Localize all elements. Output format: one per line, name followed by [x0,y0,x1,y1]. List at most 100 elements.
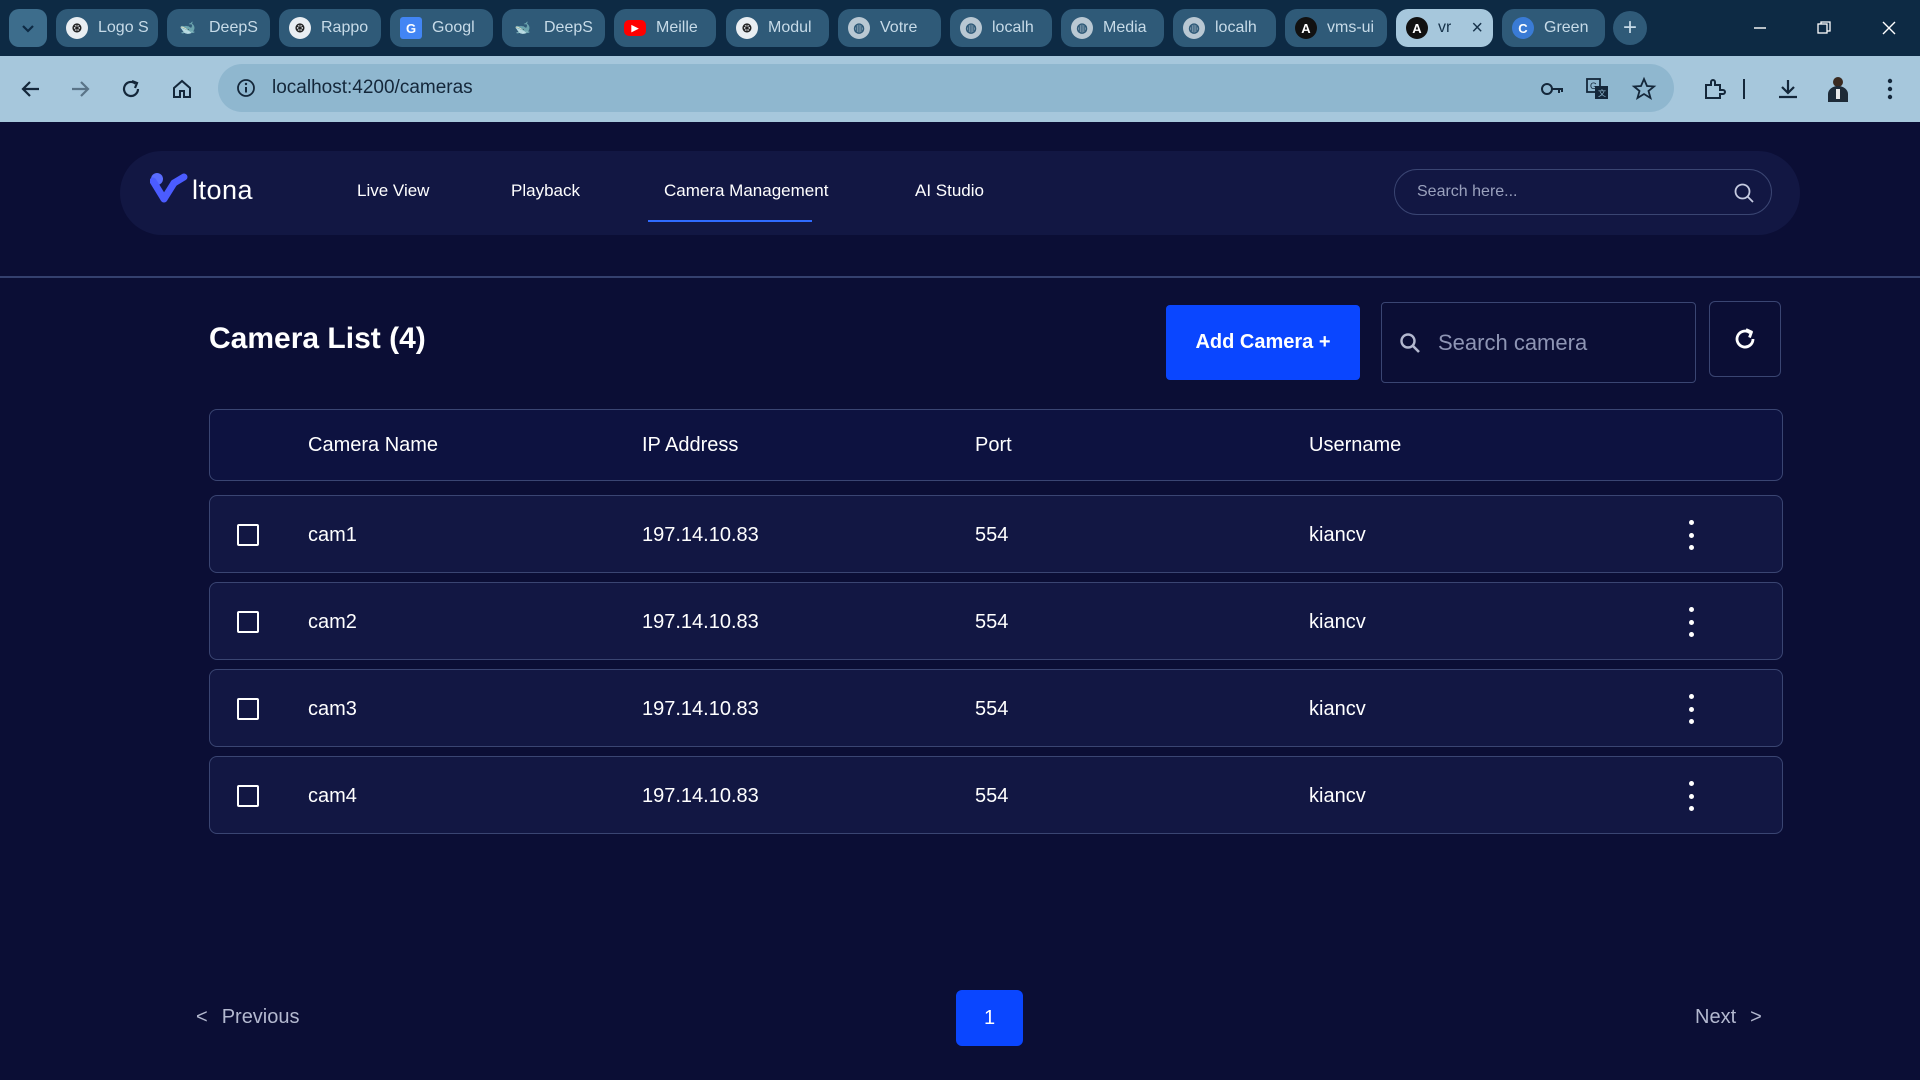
add-camera-button[interactable]: Add Camera + [1166,305,1360,380]
new-tab-button[interactable]: + [1613,11,1647,45]
browser-tab[interactable]: ◍ Votre [838,9,941,47]
cell-camera-name: cam1 [308,524,357,546]
nav-camera-management[interactable]: Camera Management [664,181,828,201]
globe-icon: ◍ [1071,17,1093,39]
browser-tab[interactable]: 🐋 DeepS [167,9,270,47]
close-window-icon[interactable] [1875,14,1903,42]
refresh-icon [1735,328,1755,349]
tab-search-button[interactable] [9,9,47,47]
table-row[interactable]: cam1 197.14.10.83 554 kiancv [209,495,1783,573]
refresh-button[interactable] [1709,301,1781,377]
download-icon[interactable] [1772,73,1804,105]
svg-text:G: G [1590,81,1597,91]
minimize-icon[interactable] [1746,14,1774,42]
browser-tab-bar: ⊛ Logo S 🐋 DeepS ⊛ Rappo G Googl 🐋 DeepS… [0,0,1920,56]
key-icon[interactable] [1538,75,1566,103]
row-checkbox[interactable] [237,524,259,546]
nav-ai-studio[interactable]: AI Studio [915,181,984,201]
tab-title: Rappo [321,19,369,36]
browser-tab[interactable]: G Googl [390,9,493,47]
nav-playback[interactable]: Playback [511,181,580,201]
table-row[interactable]: cam4 197.14.10.83 554 kiancv [209,756,1783,834]
header-port[interactable]: Port [975,434,1012,457]
logo-mark-icon [150,173,188,203]
angular-icon: A [1406,17,1428,39]
cell-camera-name: cam2 [308,611,357,633]
chevron-left-icon: < [196,1006,208,1028]
chevron-down-icon [22,25,34,33]
tab-title: vms-ui [1327,19,1375,36]
cell-camera-name: cam4 [308,785,357,807]
browser-tab[interactable]: ◍ localh [950,9,1052,47]
pagination-next[interactable]: Next > [1695,1006,1762,1029]
header-ip-address[interactable]: IP Address [642,434,738,457]
cell-port: 554 [975,611,1009,633]
more-vert-icon[interactable] [1874,73,1906,105]
camera-search[interactable] [1381,302,1696,383]
browser-tab[interactable]: 🐋 DeepS [502,9,605,47]
header-username[interactable]: Username [1309,434,1401,457]
row-more-icon[interactable] [1681,607,1701,637]
browser-tab[interactable]: C Green [1502,9,1605,47]
table-row[interactable]: cam3 197.14.10.83 554 kiancv [209,669,1783,747]
youtube-icon: ▶ [624,20,646,36]
row-more-icon[interactable] [1681,781,1701,811]
browser-tab[interactable]: ◍ localh [1173,9,1276,47]
browser-tab[interactable]: ⊛ Logo S [56,9,158,47]
cell-ip-address: 197.14.10.83 [642,611,759,633]
header-camera-name[interactable]: Camera Name [308,434,438,457]
forward-icon[interactable] [64,73,96,105]
pagination-page[interactable]: 1 [956,990,1023,1046]
canva-icon: C [1512,17,1534,39]
nav-live-view[interactable]: Live View [357,181,429,201]
globe-icon: ◍ [848,17,870,39]
site-info-icon[interactable] [232,74,260,102]
google-translate-icon: G [400,17,422,39]
logo[interactable]: ltona [150,171,253,207]
tab-title: Googl [432,19,475,36]
active-nav-indicator [648,220,812,222]
browser-tab[interactable]: ▶ Meille [614,9,716,47]
cell-username: kiancv [1309,611,1366,633]
restore-icon[interactable] [1810,14,1838,42]
extensions-icon[interactable] [1698,73,1730,105]
cell-ip-address: 197.14.10.83 [642,785,759,807]
cell-ip-address: 197.14.10.83 [642,524,759,546]
tab-title: localh [992,19,1034,36]
pagination-previous[interactable]: < Previous [196,1006,300,1029]
translate-icon[interactable]: G文 [1584,75,1612,103]
browser-tab[interactable]: A vms-ui [1285,9,1387,47]
browser-tab[interactable]: ◍ Media [1061,9,1164,47]
cell-ip-address: 197.14.10.83 [642,698,759,720]
cell-username: kiancv [1309,524,1366,546]
row-more-icon[interactable] [1681,520,1701,550]
deepseek-icon: 🐋 [514,20,532,35]
globe-icon: ◍ [1183,17,1205,39]
row-checkbox[interactable] [237,785,259,807]
cell-port: 554 [975,698,1009,720]
browser-tab-active[interactable]: A vr × [1396,9,1493,47]
table-header: Camera Name IP Address Port Username [209,409,1783,481]
home-icon[interactable] [166,73,198,105]
toolbar-separator [1736,73,1752,105]
row-checkbox[interactable] [237,611,259,633]
tab-title: DeepS [544,19,593,36]
row-checkbox[interactable] [237,698,259,720]
camera-search-input[interactable] [1438,329,1678,356]
tab-title: Votre [880,19,918,36]
global-search-input[interactable] [1417,183,1717,201]
tab-title: localh [1215,19,1257,36]
reload-icon[interactable] [115,73,147,105]
search-icon[interactable] [1733,182,1755,204]
address-bar[interactable]: localhost:4200/cameras G文 [218,64,1674,112]
global-search[interactable] [1394,169,1772,215]
bookmark-star-icon[interactable] [1630,75,1658,103]
table-row[interactable]: cam2 197.14.10.83 554 kiancv [209,582,1783,660]
browser-tab[interactable]: ⊛ Rappo [279,9,381,47]
close-tab-icon[interactable]: × [1471,17,1483,40]
row-more-icon[interactable] [1681,694,1701,724]
back-icon[interactable] [15,73,47,105]
profile-avatar[interactable] [1822,73,1854,105]
browser-tab[interactable]: ⊛ Modul [726,9,829,47]
angular-icon: A [1295,17,1317,39]
